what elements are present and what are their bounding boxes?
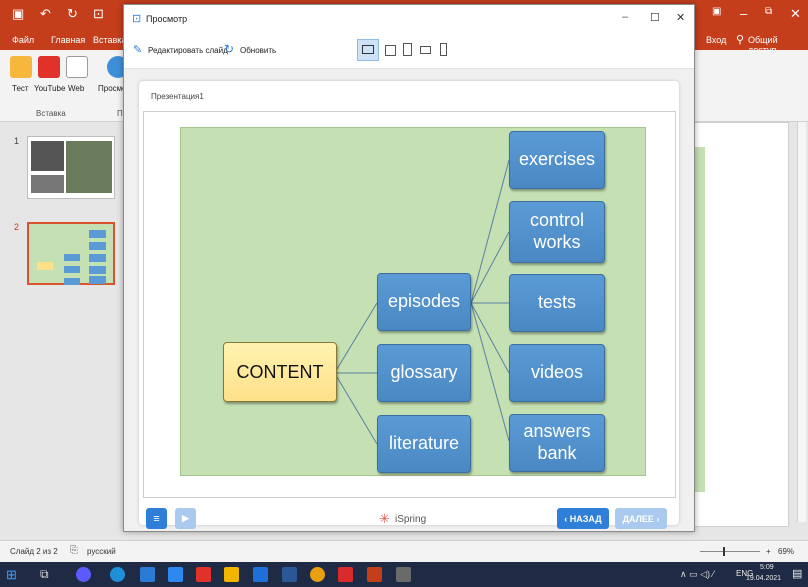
windows-taskbar: ⊞ ⧉ ∧ ▭ ◁) ⁄ ENG 5:09 19.04.2021 ▤ (0, 562, 808, 587)
exercises-node[interactable]: exercises (509, 131, 605, 189)
desktop-view-button[interactable] (357, 39, 379, 61)
ispring-brand: iSpring (395, 514, 427, 525)
pdf-icon[interactable] (338, 567, 353, 582)
task-view-icon[interactable]: ⧉ (40, 567, 49, 582)
edit-slide-icon[interactable]: ✎ (133, 43, 142, 56)
preview-window-title: Просмотр (146, 14, 188, 24)
glossary-node[interactable]: glossary (377, 344, 471, 402)
refresh-button[interactable]: Обновить (240, 46, 276, 55)
videos-node[interactable]: videos (509, 344, 605, 402)
episodes-node[interactable]: episodes (377, 273, 471, 331)
slide-thumbnails: 1 2 (0, 122, 123, 540)
word-icon[interactable] (282, 567, 297, 582)
ribbon-display-icon[interactable]: ▣ (712, 6, 721, 17)
desktop-icon (362, 45, 374, 54)
edit-slide-button[interactable]: Редактировать слайд (148, 46, 228, 55)
app-icon-2[interactable] (253, 567, 268, 582)
play-button[interactable]: ▶ (175, 508, 196, 529)
preview-minimize-icon[interactable]: – (622, 11, 628, 23)
preview-toolbar: ✎ Редактировать слайд ↻ Обновить (124, 33, 694, 69)
list-icon: ≡ (153, 512, 160, 525)
redo-icon[interactable]: ↻ (67, 6, 78, 22)
slide-thumbnail-2[interactable] (27, 222, 115, 285)
test-icon[interactable] (10, 56, 32, 78)
ribbon-youtube-label: YouTube (34, 84, 66, 93)
present-icon[interactable]: ⊡ (93, 6, 104, 22)
ribbon-test-label: Тест (12, 84, 29, 93)
status-bar: Слайд 2 из 2 ⎘ русский + 69% (0, 540, 808, 562)
zoom-slider[interactable] (700, 551, 760, 552)
preview-window: ⊡ Просмотр – ☐ ✕ ✎ Редактировать слайд ↻… (123, 4, 695, 532)
thumb-number-1: 1 (14, 136, 20, 146)
ribbon-group-p: П (117, 109, 123, 118)
app-icon-1[interactable] (76, 567, 91, 582)
preview-close-icon[interactable]: ✕ (676, 11, 685, 24)
back-button[interactable]: ‹ НАЗАД (557, 508, 609, 529)
yandex-icon[interactable] (196, 567, 211, 582)
youtube-icon[interactable] (38, 56, 60, 78)
thumb-number-2: 2 (14, 222, 20, 232)
tab-file[interactable]: Файл (12, 35, 34, 45)
tab-insert[interactable]: Вставка (93, 35, 126, 45)
web-icon[interactable] (66, 56, 88, 78)
close-icon[interactable]: ✕ (790, 6, 801, 22)
control-works-node[interactable]: control works (509, 201, 605, 263)
language-label: русский (87, 547, 116, 556)
preview-window-icon: ⊡ (132, 13, 142, 25)
clock-time[interactable]: 5:09 (760, 564, 774, 571)
preview-titlebar: ⊡ Просмотр – ☐ ✕ (124, 5, 694, 33)
literature-node[interactable]: literature (377, 415, 471, 473)
explorer-icon[interactable] (224, 567, 239, 582)
ribbon-web-label: Web (68, 84, 85, 93)
spellcheck-icon[interactable]: ⎘ (70, 545, 78, 556)
phone-landscape-icon[interactable] (420, 46, 431, 54)
tab-home[interactable]: Главная (51, 35, 85, 45)
start-icon[interactable]: ⊞ (6, 567, 17, 583)
tablet-view-icon[interactable] (385, 45, 396, 56)
edge-icon[interactable] (110, 567, 125, 582)
play-icon: ▶ (182, 513, 189, 523)
ispring-logo-icon: ✳ (379, 511, 390, 526)
slide-thumbnail-1[interactable] (27, 136, 115, 199)
presentation-title: Презентация1 (151, 92, 204, 101)
answers-bank-node[interactable]: answers bank (509, 414, 605, 472)
tray-icons[interactable]: ∧ ▭ ◁) ⁄ (680, 569, 714, 580)
zoom-plus-icon[interactable]: + (766, 547, 771, 556)
zoom-level: 69% (778, 547, 795, 556)
refresh-icon[interactable]: ↻ (224, 42, 234, 56)
mind-map-diagram: CONTENT episodes glossary literature exe… (180, 127, 646, 476)
store-icon[interactable] (140, 567, 155, 582)
notifications-icon[interactable]: ▤ (792, 567, 802, 580)
powerpoint-icon[interactable] (367, 567, 382, 582)
ribbon-group-insert: Вставка (36, 109, 66, 118)
tests-node[interactable]: tests (509, 274, 605, 332)
slide-info: Слайд 2 из 2 (10, 547, 58, 556)
content-node[interactable]: CONTENT (223, 342, 337, 402)
clock-date[interactable]: 19.04.2021 (746, 575, 781, 582)
ispring-player: Презентация1 CONTENT episodes glossary l… (139, 81, 679, 529)
preview-maximize-icon[interactable]: ☐ (650, 11, 660, 24)
login-link[interactable]: Вход (706, 35, 726, 45)
save-icon[interactable]: ▣ (12, 6, 24, 22)
outline-menu-button[interactable]: ≡ (146, 508, 167, 529)
vertical-scrollbar[interactable] (797, 122, 806, 522)
mail-icon[interactable] (168, 567, 183, 582)
undo-icon[interactable]: ↶ (40, 6, 51, 22)
restore-icon[interactable]: ⧉ (765, 6, 772, 17)
zoom-thumb[interactable] (723, 547, 725, 556)
app-icon-3[interactable] (396, 567, 411, 582)
next-button[interactable]: ДАЛЕЕ › (615, 508, 667, 529)
slide-canvas-edge (683, 122, 808, 540)
slide-view: CONTENT episodes glossary literature exe… (143, 111, 676, 498)
tablet-portrait-icon[interactable] (403, 43, 412, 56)
minimize-icon[interactable]: – (740, 6, 747, 21)
phone-portrait-icon[interactable] (440, 43, 447, 56)
share-icon: ⚲ (736, 34, 745, 46)
chrome-icon[interactable] (310, 567, 325, 582)
